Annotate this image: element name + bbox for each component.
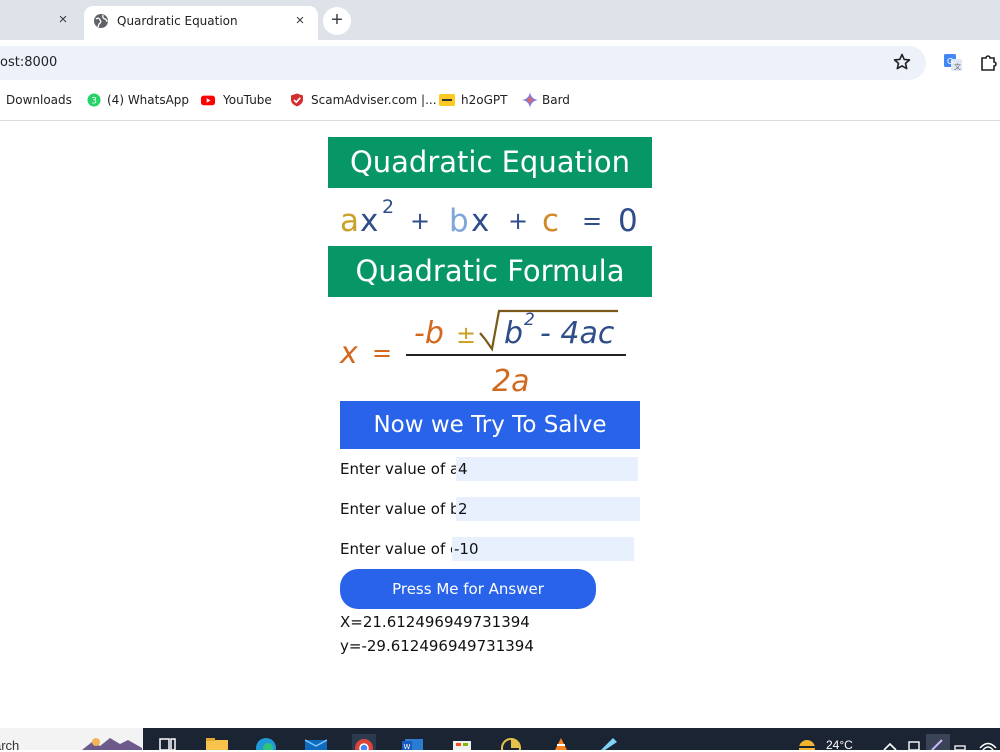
tab-title: Quardratic Equation	[117, 14, 238, 28]
quadratic-equation-image: a x 2 + b x + c = 0	[340, 196, 638, 239]
weather-icon	[798, 740, 816, 750]
svg-text:W: W	[404, 743, 411, 750]
task-view-icon[interactable]	[156, 734, 180, 750]
youtube-icon	[201, 95, 215, 106]
chrome-icon[interactable]	[352, 734, 376, 750]
var-x-2: x	[471, 203, 489, 239]
scamadviser-shield-icon	[291, 93, 303, 107]
mail-icon[interactable]	[304, 734, 328, 750]
pen-tray-icon[interactable]	[926, 734, 950, 750]
tab-quadratic-equation[interactable]: Quardratic Equation ×	[84, 6, 318, 40]
bookmark-label: Downloads	[6, 93, 72, 107]
result-y: y=-29.612496949731394	[340, 637, 534, 655]
h2ogpt-icon	[439, 94, 455, 106]
bookmarks-bar: Downloads 3 (4) WhatsApp YouTube ScamAdv…	[0, 85, 1000, 121]
bookmark-label: ScamAdviser.com |...	[311, 93, 437, 107]
google-translate-icon[interactable]: G 文	[943, 53, 963, 73]
quadratic-formula-image: x = -b ± b 2 - 4ac 2a	[339, 309, 626, 399]
input-row-b: Enter value of b:	[340, 497, 640, 521]
bookmark-label: YouTube	[223, 93, 272, 107]
formula-minus-4ac: - 4ac	[540, 316, 615, 351]
zero: 0	[618, 203, 638, 239]
search-highlight-icon	[82, 738, 142, 750]
new-tab-button[interactable]: +	[323, 7, 351, 35]
bookmark-label: (4) WhatsApp	[107, 93, 190, 107]
taskbar-search[interactable]: arch	[0, 728, 143, 750]
page-content: Quadratic Equation a x 2 + b x + c = 0 Q…	[0, 121, 1000, 728]
extensions-puzzle-icon[interactable]	[979, 52, 999, 72]
tab-close-button[interactable]: ×	[289, 10, 311, 32]
address-bar[interactable]: ost:8000	[0, 46, 926, 80]
browser-toolbar: ost:8000 G 文	[0, 40, 1000, 85]
network-icon[interactable]	[950, 734, 974, 750]
coef-a: a	[340, 203, 359, 239]
bookmark-label: h2oGPT	[461, 93, 508, 107]
tab-strip: × Quardratic Equation × +	[0, 0, 1000, 40]
svg-text:G: G	[947, 57, 953, 66]
input-row-a: Enter value of a:	[340, 457, 640, 481]
formula-x: x	[339, 336, 358, 371]
file-explorer-icon[interactable]	[205, 734, 229, 750]
formula-neg-b: -b	[414, 316, 444, 351]
input-b[interactable]	[456, 497, 640, 521]
search-text: arch	[0, 738, 20, 750]
answer-button[interactable]: Press Me for Answer	[340, 569, 596, 609]
input-c[interactable]	[452, 537, 634, 561]
var-x: x	[360, 203, 378, 239]
tray-app-icon[interactable]	[902, 734, 926, 750]
quadratic-equation-heading: Quadratic Equation	[328, 137, 652, 188]
inactive-tab-close-button[interactable]: ×	[52, 9, 74, 31]
formula-equals: =	[372, 339, 392, 367]
input-row-c: Enter value of c	[340, 537, 640, 561]
solve-heading: Now we Try To Salve	[340, 401, 640, 449]
plus-1: +	[410, 207, 430, 235]
result-x: X=21.612496949731394	[340, 613, 530, 631]
formula-denominator: 2a	[492, 364, 529, 399]
formula-plus-minus: ±	[456, 321, 476, 349]
label-b: Enter value of b:	[340, 500, 465, 518]
equals: =	[582, 207, 602, 235]
quadratic-formula-heading: Quadratic Formula	[328, 246, 652, 297]
coef-c: c	[542, 203, 559, 239]
whatsapp-icon: 3	[87, 93, 101, 107]
whatsapp-badge: 3	[91, 97, 97, 107]
store-icon[interactable]	[450, 734, 474, 750]
chevron-up-icon[interactable]	[878, 734, 902, 750]
url-text[interactable]: ost:8000	[0, 55, 57, 70]
formula-exponent: 2	[524, 310, 535, 330]
app-pen-icon[interactable]	[597, 734, 621, 750]
plus-2: +	[508, 207, 528, 235]
edge-icon[interactable]	[254, 734, 278, 750]
word-icon[interactable]: W	[401, 734, 425, 750]
label-a: Enter value of a:	[340, 460, 465, 478]
bookmark-star-icon[interactable]	[892, 52, 912, 72]
bookmark-label: Bard	[542, 93, 570, 107]
label-c: Enter value of c	[340, 540, 459, 558]
windows-taskbar: arch W 24°C	[0, 728, 1000, 752]
globe-icon	[94, 14, 108, 28]
pie-chart-app-icon[interactable]	[499, 734, 523, 750]
input-a[interactable]	[456, 457, 638, 481]
vlc-icon[interactable]	[549, 734, 573, 750]
wifi-icon[interactable]	[976, 734, 1000, 750]
svg-text:文: 文	[954, 62, 961, 71]
exponent-2: 2	[382, 196, 394, 218]
coef-b: b	[449, 203, 469, 239]
bard-sparkle-icon	[522, 92, 538, 108]
formula-b: b	[504, 316, 523, 351]
